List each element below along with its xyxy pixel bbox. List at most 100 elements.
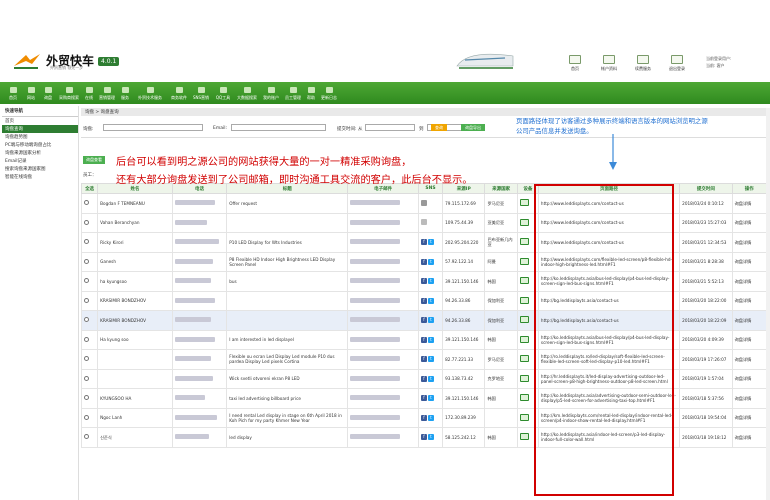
facebook-icon[interactable]: f [420, 375, 427, 382]
twitter-icon[interactable]: t [427, 356, 434, 363]
main-nav-item[interactable]: 营销管理 [96, 84, 118, 104]
action-cell[interactable]: 询盘详情 [731, 427, 768, 448]
row-checkbox-cell[interactable] [80, 407, 99, 428]
inquiry-input[interactable] [103, 124, 203, 131]
main-nav-item[interactable]: QQ工具 [212, 84, 234, 104]
twitter-icon[interactable]: t [427, 317, 434, 324]
main-nav-item[interactable]: 网站 [22, 84, 40, 104]
row-checkbox-cell[interactable] [80, 310, 99, 331]
sidebar-item[interactable]: 首页 [2, 117, 78, 125]
table-row: Vahan Beranchyan 109.75.44.39 亚美尼亚 http://w… [80, 212, 768, 233]
main-nav-item[interactable]: 大数据搜索 [234, 84, 260, 104]
sidebar-item[interactable]: 询盘来源国家分析 [2, 149, 78, 157]
row-checkbox-cell[interactable] [80, 193, 99, 214]
main-nav-item[interactable]: 商务软件 [168, 84, 190, 104]
main-nav-item[interactable]: 帮助 [304, 84, 318, 104]
export-button[interactable]: 询盘导出 [461, 124, 485, 131]
facebook-icon[interactable]: f [420, 336, 427, 343]
row-checkbox-cell[interactable] [80, 349, 99, 370]
inquiry-view-button[interactable]: 询盘查看 [83, 156, 105, 164]
action-cell[interactable]: 询盘详情 [731, 290, 768, 311]
row-checkbox[interactable] [84, 239, 89, 245]
action-cell[interactable]: 询盘详情 [731, 251, 768, 272]
sidebar-item[interactable]: 搜索询盘来源国家图 [2, 165, 78, 173]
row-checkbox[interactable] [84, 356, 89, 362]
search-button[interactable]: 查询 [431, 124, 447, 131]
facebook-icon[interactable]: f [420, 434, 427, 441]
main-nav-item[interactable]: 询盘 [40, 84, 56, 104]
main-nav-item[interactable]: 采购商搜索 [56, 84, 82, 104]
main-nav-item[interactable]: SNS营销 [190, 84, 212, 104]
facebook-icon[interactable]: f [420, 317, 427, 324]
row-checkbox[interactable] [84, 297, 89, 303]
twitter-icon[interactable]: t [427, 395, 434, 402]
action-cell[interactable]: 询盘详情 [731, 329, 768, 350]
row-checkbox-cell[interactable] [80, 212, 99, 233]
main-nav-item[interactable]: 外贸技术服务 [132, 84, 168, 104]
main-nav-item[interactable]: 服务 [118, 84, 132, 104]
twitter-icon[interactable]: t [427, 336, 434, 343]
top-nav-renew[interactable]: 续费服务 [626, 55, 660, 72]
sidebar-item[interactable]: 询盘趋势图 [2, 133, 78, 141]
facebook-icon[interactable]: f [420, 414, 427, 421]
twitter-icon[interactable]: t [427, 239, 434, 246]
row-checkbox[interactable] [84, 278, 89, 284]
row-checkbox[interactable] [84, 200, 89, 206]
row-checkbox-cell[interactable] [80, 368, 99, 389]
twitter-icon[interactable]: t [427, 414, 434, 421]
redacted-email [350, 414, 401, 420]
facebook-icon[interactable]: f [420, 239, 427, 246]
facebook-icon[interactable]: f [420, 395, 427, 402]
row-checkbox[interactable] [84, 219, 89, 225]
main-nav-item[interactable]: 在线 [82, 84, 96, 104]
facebook-icon[interactable]: f [420, 356, 427, 363]
action-cell[interactable]: 询盘详情 [731, 271, 768, 292]
row-checkbox[interactable] [84, 434, 89, 440]
facebook-icon[interactable]: f [420, 278, 427, 285]
row-checkbox-cell[interactable] [80, 251, 99, 272]
scrollbar[interactable] [766, 108, 770, 500]
row-checkbox-cell[interactable] [80, 427, 99, 448]
row-checkbox[interactable] [84, 375, 89, 381]
row-checkbox-cell[interactable] [80, 388, 99, 409]
main-nav-item[interactable]: 首页 [4, 84, 22, 104]
row-checkbox-cell[interactable] [80, 329, 99, 350]
twitter-icon[interactable]: t [427, 258, 434, 265]
row-checkbox[interactable] [84, 317, 89, 323]
row-checkbox[interactable] [84, 258, 89, 264]
action-cell[interactable]: 询盘详情 [731, 232, 768, 253]
action-cell[interactable]: 询盘详情 [731, 212, 768, 233]
action-cell[interactable]: 询盘详情 [731, 407, 768, 428]
twitter-icon[interactable]: t [427, 297, 434, 304]
main-nav-item[interactable]: 更新日志 [318, 84, 340, 104]
action-cell[interactable]: 询盘详情 [731, 310, 768, 331]
email-input[interactable] [231, 124, 326, 131]
action-cell[interactable]: 询盘详情 [731, 388, 768, 409]
twitter-icon[interactable]: t [427, 375, 434, 382]
top-nav-logout[interactable]: 退出登录 [660, 55, 694, 72]
main-nav-item[interactable]: 员工管理 [282, 84, 304, 104]
facebook-icon[interactable]: f [420, 297, 427, 304]
top-nav-home[interactable]: 首页 [558, 55, 592, 72]
row-checkbox-cell[interactable] [80, 290, 99, 311]
row-checkbox[interactable] [84, 336, 89, 342]
sidebar-item[interactable]: 询盘查询 [2, 125, 78, 133]
row-checkbox[interactable] [84, 395, 89, 401]
twitter-icon[interactable]: t [427, 278, 434, 285]
column-header[interactable]: 全选 [80, 183, 99, 194]
main-nav-item[interactable]: 我的账户 [260, 84, 282, 104]
facebook-icon[interactable]: f [420, 258, 427, 265]
sidebar-item[interactable]: 智能在线询盘 [2, 173, 78, 181]
action-cell[interactable]: 询盘详情 [731, 193, 768, 214]
row-checkbox-cell[interactable] [80, 232, 99, 253]
date-from-input[interactable] [365, 124, 415, 131]
row-checkbox[interactable] [84, 414, 89, 420]
sidebar-item[interactable]: PC端与移动端询盘占比 [2, 141, 78, 149]
action-cell[interactable]: 询盘详情 [731, 349, 768, 370]
top-nav-account[interactable]: 帐户资料 [592, 55, 626, 72]
twitter-icon[interactable]: t [427, 434, 434, 441]
time-cell: 2018/03/23 15:27:03 [679, 212, 733, 233]
sidebar-item[interactable]: Email记录 [2, 157, 78, 165]
action-cell[interactable]: 询盘详情 [731, 368, 768, 389]
row-checkbox-cell[interactable] [80, 271, 99, 292]
